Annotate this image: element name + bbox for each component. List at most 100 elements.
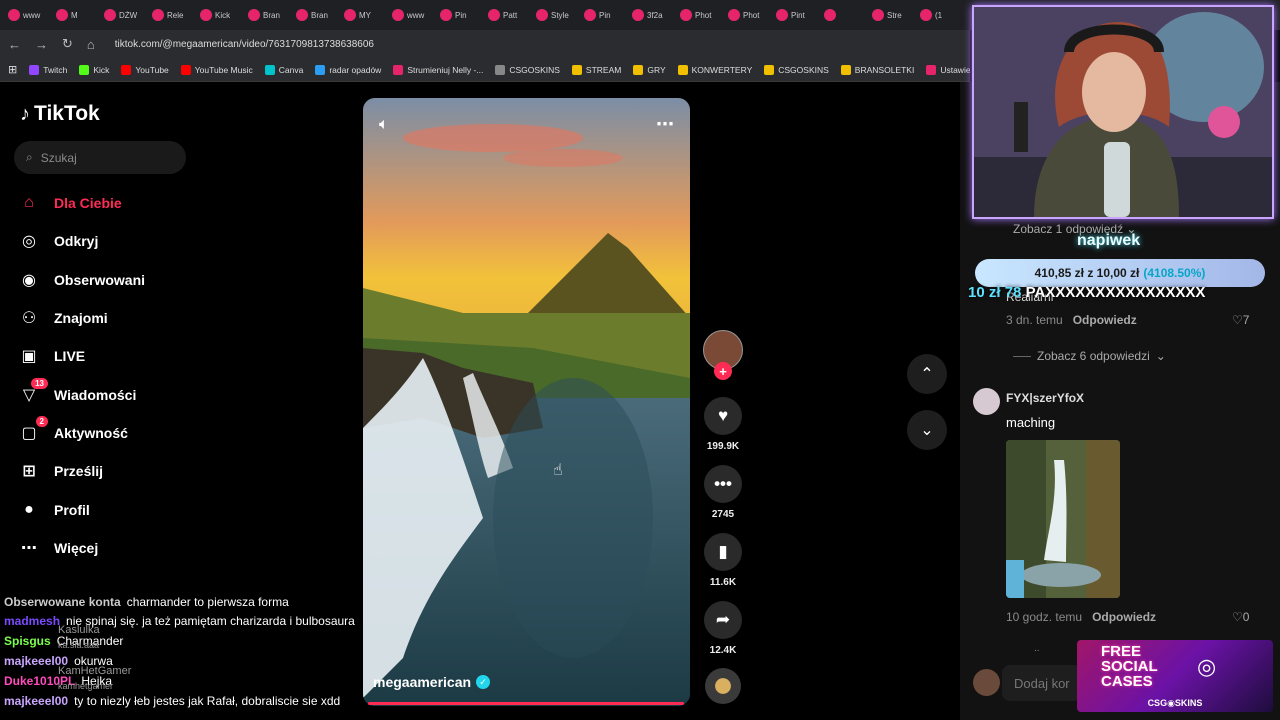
heart-outline-icon: ♡: [1232, 313, 1243, 327]
browser-tab[interactable]: [820, 4, 866, 26]
more-options-icon[interactable]: ⋯: [656, 114, 674, 135]
streamer-webcam: [974, 7, 1272, 217]
browser-tab[interactable]: M: [52, 4, 98, 26]
more-icon: ⋯: [21, 540, 37, 557]
bookmark-item[interactable]: YouTube: [121, 64, 169, 75]
bookmark-icon: [264, 64, 275, 75]
browser-tab[interactable]: Stre: [868, 4, 914, 26]
browser-tab[interactable]: www: [388, 4, 434, 26]
bookmark-item[interactable]: radar opadów: [315, 64, 381, 75]
browser-tab[interactable]: Style: [532, 4, 578, 26]
chevron-down-icon: ⌄: [920, 422, 934, 439]
sidebar-item-more[interactable]: ⋯ Więcej: [18, 534, 98, 562]
browser-tab[interactable]: Pin: [580, 4, 626, 26]
bookmark-icon[interactable]: ▮: [704, 533, 742, 571]
browser-tab[interactable]: 3f2a: [628, 4, 674, 26]
sidebar-item-label: Więcej: [54, 540, 99, 556]
bookmark-item[interactable]: YouTube Music: [180, 64, 253, 75]
bookmark-item[interactable]: Kick: [79, 64, 109, 75]
browser-tab[interactable]: Phot: [676, 4, 722, 26]
sidebar-item-label: Dla Ciebie: [54, 195, 122, 211]
tiktok-logo[interactable]: ♪ TikTok: [20, 102, 100, 126]
sidebar-item-messages[interactable]: ▽ 13 Wiadomości: [18, 378, 137, 409]
bookmark-item[interactable]: Twitch: [29, 64, 67, 75]
sidebar-item-profile[interactable]: ● Profil: [18, 496, 90, 524]
search-icon: ⌕: [26, 150, 33, 164]
music-disc-icon[interactable]: [705, 668, 741, 704]
browser-tab[interactable]: (1: [916, 4, 962, 26]
sidebar-item-activity[interactable]: ▢ 2 Aktywność: [18, 416, 128, 447]
bookmark-item[interactable]: KONWERTERY: [677, 64, 752, 75]
reply-link[interactable]: Odpowiedz: [1073, 313, 1137, 327]
upload-icon: ⊞: [22, 463, 36, 480]
waterfall-photo: [1006, 440, 1120, 598]
chat-message: Obserwowane konta charmander to pierwsza …: [4, 595, 524, 609]
bookmark-icon: [495, 64, 506, 75]
browser-tab[interactable]: Kick: [196, 4, 242, 26]
sidebar-item-label: Wiadomości: [54, 387, 137, 403]
sidebar-item-home[interactable]: ⌂ Dla Ciebie: [18, 189, 122, 217]
url-field[interactable]: tiktok.com/@megaamerican/video/763170981…: [115, 39, 374, 50]
browser-tab[interactable]: Phot: [724, 4, 770, 26]
sidebar-item-compass[interactable]: ◎ Odkryj: [18, 227, 98, 255]
next-video-button[interactable]: ⌄: [907, 410, 947, 450]
forward-icon[interactable]: →: [35, 37, 48, 52]
comment-icon[interactable]: •••: [704, 465, 742, 503]
sidebar-item-live[interactable]: ▣ LIVE: [18, 342, 85, 370]
bookmark-item[interactable]: Canva: [264, 64, 303, 75]
tab-favicon-icon: [104, 9, 116, 21]
sidebar-item-friends[interactable]: ⚇ Znajomi: [18, 304, 108, 332]
following-icon: ◉: [22, 272, 36, 289]
home-browser-icon[interactable]: ⌂: [87, 37, 95, 52]
previous-video-button[interactable]: ⌃: [907, 354, 947, 394]
comment-2-likes[interactable]: ♡0: [1232, 610, 1249, 624]
bookmark-item[interactable]: CSGOSKINS: [764, 64, 829, 75]
bookmark-item[interactable]: STREAM: [571, 64, 621, 75]
bookmark-icon: [764, 64, 775, 75]
browser-tab[interactable]: Bran: [244, 4, 290, 26]
comment-action[interactable]: ••• 2745: [703, 465, 743, 520]
browser-tab[interactable]: Pin: [436, 4, 482, 26]
share-icon[interactable]: ➦: [704, 601, 742, 639]
chat-text: nie spinaj się. ja też pamiętam charizar…: [66, 614, 355, 628]
comment-image[interactable]: [1006, 440, 1120, 598]
browser-tab[interactable]: Patt: [484, 4, 530, 26]
browser-tab[interactable]: Bran: [292, 4, 338, 26]
sidebar-item-upload[interactable]: ⊞ Prześlij: [18, 457, 103, 485]
browser-tab[interactable]: Rele: [148, 4, 194, 26]
share-action[interactable]: ➦ 12.4K: [703, 601, 743, 656]
commenter-avatar[interactable]: [973, 388, 1000, 415]
bookmark-item[interactable]: CSGOSKINS: [495, 64, 560, 75]
tab-favicon-icon: [440, 9, 452, 21]
sidebar-item-following[interactable]: ◉ Obserwowani: [18, 266, 145, 294]
reload-icon[interactable]: ↻: [62, 36, 73, 52]
bookmark-item[interactable]: GRY: [633, 64, 666, 75]
reply-link[interactable]: Odpowiedz: [1092, 610, 1156, 624]
view-replies-6[interactable]: Zobacz 6 odpowiedzi ⌄: [1013, 349, 1166, 363]
search-input[interactable]: ⌕ Szukaj: [14, 141, 186, 174]
browser-tab[interactable]: DŻW: [100, 4, 146, 26]
bookmark-item[interactable]: Strumieniuj Nelly -...: [393, 64, 483, 75]
chat-username: madmesh: [4, 614, 61, 628]
browser-tab[interactable]: MY: [340, 4, 386, 26]
tip-goal-title: napiwek: [1077, 232, 1141, 249]
browser-tab[interactable]: Pint: [772, 4, 818, 26]
add-comment-input[interactable]: Dodaj kor: [1002, 665, 1082, 701]
notification-badge: 13: [31, 378, 48, 389]
volume-icon[interactable]: 🔈︎: [379, 116, 389, 134]
follow-plus-icon[interactable]: +: [714, 362, 732, 380]
save-action[interactable]: ▮ 11.6K: [703, 533, 743, 588]
like-count: 199.9K: [706, 441, 740, 452]
profile-icon: ●: [24, 501, 34, 518]
heart-icon[interactable]: ♥: [704, 397, 742, 435]
tab-favicon-icon: [392, 9, 404, 21]
browser-tab[interactable]: www: [4, 4, 50, 26]
comment-1-likes[interactable]: ♡7: [1232, 313, 1249, 327]
apps-grid-icon[interactable]: ⊞: [8, 63, 17, 76]
back-icon[interactable]: ←: [8, 37, 21, 52]
live-icon: ▣: [21, 348, 37, 365]
bookmark-item[interactable]: BRANSOLETKI: [840, 64, 914, 75]
commenter-username[interactable]: FYX|szerYfoX: [1006, 391, 1084, 405]
like-action[interactable]: ♥ 199.9K: [703, 397, 743, 452]
bookmark-item[interactable]: Ustawienia strumien...: [926, 64, 970, 75]
